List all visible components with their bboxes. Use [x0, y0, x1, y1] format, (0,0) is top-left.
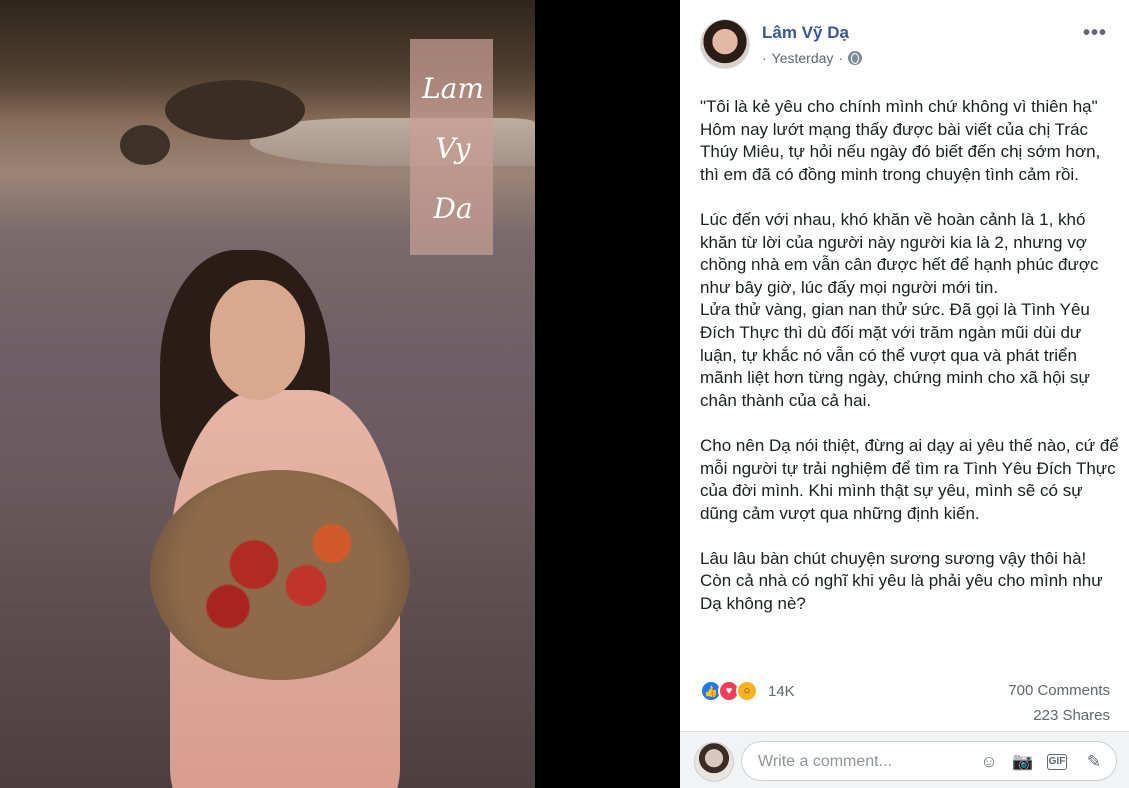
photo-viewer: Lam Vy Da: [0, 0, 680, 788]
gif-icon[interactable]: GIF: [1047, 754, 1067, 770]
reactions-count[interactable]: 14K: [768, 683, 795, 700]
post-panel: Lâm Vỹ Dạ · Yesterday · ••• "Tôi là kẻ y…: [680, 0, 1129, 788]
post-paragraph: "Tôi là kẻ yêu cho chính mình chứ không …: [700, 97, 1101, 184]
photo-signature-text: Lam Vy Da: [422, 72, 484, 225]
photo-bush: [120, 125, 170, 165]
reactions-summary[interactable]: 👍 ♥ ○ 14K: [700, 680, 795, 702]
meta-separator: ·: [762, 50, 767, 66]
photo-signature-card: Lam Vy Da: [410, 39, 493, 255]
emoji-icon[interactable]: ☺: [978, 751, 1000, 773]
camera-icon[interactable]: 📷: [1012, 751, 1034, 773]
more-options-icon[interactable]: •••: [1083, 22, 1107, 45]
post-photo[interactable]: Lam Vy Da: [0, 0, 535, 788]
author-name[interactable]: Lâm Vỹ Dạ: [762, 23, 849, 43]
post-timestamp[interactable]: Yesterday: [772, 50, 834, 66]
post-paragraph: Cho nên Dạ nói thiệt, đừng ai dạy ai yêu…: [700, 435, 1119, 523]
comment-input[interactable]: Write a comment... ☺ 📷 GIF ✎: [741, 741, 1117, 781]
photo-tree: [165, 80, 305, 140]
author-avatar[interactable]: [700, 19, 750, 69]
photo-bouquet: [150, 470, 410, 680]
meta-separator-2: ·: [838, 50, 844, 66]
comment-bar: Write a comment... ☺ 📷 GIF ✎: [680, 731, 1129, 788]
post-body: "Tôi là kẻ yêu cho chính mình chứ không …: [700, 96, 1120, 616]
globe-icon[interactable]: [848, 51, 863, 65]
post-meta: · Yesterday ·: [762, 50, 863, 66]
shares-count[interactable]: 223 Shares: [1033, 707, 1110, 724]
photo-woman-face: [210, 280, 305, 400]
comments-count[interactable]: 700 Comments: [1008, 682, 1110, 699]
comment-placeholder: Write a comment...: [758, 753, 892, 770]
sticker-icon[interactable]: ✎: [1083, 751, 1105, 773]
post-paragraph: Lúc đến với nhau, khó khăn về hoàn cảnh …: [700, 209, 1099, 410]
post-paragraph: Lâu lâu bàn chút chuyện sương sương vậy …: [700, 548, 1103, 614]
viewer-avatar: [694, 742, 734, 782]
wow-icon: ○: [736, 680, 758, 702]
